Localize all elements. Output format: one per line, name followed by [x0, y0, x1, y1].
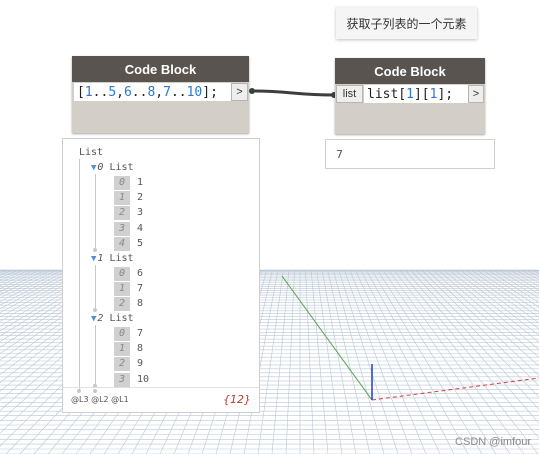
item-index: 0: [114, 327, 130, 342]
watermark: CSDN @imfour: [455, 436, 531, 448]
output-value: 7: [336, 147, 343, 161]
input-port-list[interactable]: list: [336, 85, 363, 103]
collapse-triangle-icon[interactable]: ▼: [91, 161, 96, 175]
output-port[interactable]: >: [231, 83, 248, 101]
code-number: 10: [186, 84, 203, 100]
item-value: 6: [137, 267, 144, 279]
code-block-node-index[interactable]: Code Block list list[1][1]; >: [335, 58, 485, 134]
output-preview[interactable]: 7: [325, 139, 495, 169]
list-item: 07: [114, 327, 144, 342]
item-value: 4: [137, 222, 144, 234]
sublist-header[interactable]: ▼0 List: [91, 161, 134, 175]
code-number: 8: [147, 84, 156, 100]
item-value: 8: [137, 343, 144, 355]
item-index: 2: [114, 297, 130, 311]
list-item: 17: [114, 281, 144, 296]
list-item: 29: [114, 357, 144, 372]
sublist-guide-line: [95, 264, 96, 311]
sublist-label: List: [109, 313, 134, 325]
sublist-header[interactable]: ▼1 List: [91, 252, 134, 266]
code-punct: ];: [202, 84, 218, 100]
sublist-index: 2: [97, 313, 110, 325]
code-punct: [: [77, 84, 85, 100]
item-value: 7: [137, 282, 144, 294]
sublist-guide-line: [95, 174, 96, 250]
item-value: 8: [137, 298, 144, 309]
item-index: 1: [114, 191, 130, 206]
item-value: 3: [137, 207, 144, 219]
code-punct: ,: [155, 84, 164, 100]
code-punct: ..: [131, 84, 148, 100]
code-number: 5: [108, 84, 117, 100]
code-number: 7: [163, 84, 171, 100]
item-index: 2: [114, 357, 130, 372]
code-number: 6: [123, 84, 132, 100]
sublist-header[interactable]: ▼2 List: [91, 312, 134, 326]
list-preview-panel[interactable]: List ▼0 List 0 1 1 2 2 3 3 4 4 5 ▼1 List 0 6 1 7 2 8 ▼2 Lis…: [62, 138, 260, 413]
code-punct: ..: [92, 84, 109, 100]
code-punct: ];: [437, 86, 454, 102]
item-index: 0: [114, 176, 130, 191]
item-value: 9: [137, 358, 144, 370]
sublist-index: 1: [97, 252, 110, 264]
item-index: 2: [114, 206, 130, 221]
list-item: 23: [114, 206, 144, 221]
code-punct: list[: [367, 86, 407, 102]
list-tree: List ▼0 List 0 1 1 2 2 3 3 4 4 5 ▼1 List 0 6 1 7 2 8 ▼2 Lis…: [63, 139, 259, 393]
list-levels[interactable]: @L3 @L2 @L1: [71, 395, 129, 404]
list-item: 45: [114, 236, 144, 251]
item-value: 2: [137, 192, 144, 204]
code-number: 1: [406, 86, 414, 102]
output-port[interactable]: >: [468, 85, 484, 103]
list-item: 18: [114, 342, 144, 357]
item-index: 0: [114, 266, 130, 281]
code-punct: ][: [413, 86, 430, 102]
root-guide-line: [79, 159, 80, 390]
list-item: 12: [114, 191, 144, 206]
item-value: 1: [137, 177, 144, 189]
node-title: Code Block: [335, 58, 485, 84]
code-punct: ..: [170, 84, 187, 100]
node-title: Code Block: [72, 56, 249, 82]
list-item: 28: [114, 297, 143, 311]
list-item: 3 10: [114, 372, 150, 387]
sublist-label: List: [109, 252, 134, 264]
code-number: 1: [429, 86, 438, 102]
item-count: {12}: [223, 393, 251, 406]
item-index: 3: [114, 221, 130, 236]
item-value: 5: [137, 237, 144, 249]
item-index: 1: [114, 281, 130, 296]
code-editor[interactable]: [1.. 5, 6.. 8, 7.. 10];: [74, 83, 231, 101]
collapse-triangle-icon[interactable]: ▼: [91, 312, 96, 326]
list-item: 34: [114, 221, 144, 236]
code-block-node-range[interactable]: Code Block [1.. 5, 6.. 8, 7.. 10]; >: [72, 56, 249, 133]
list-item: 06: [114, 266, 144, 281]
item-value: 10: [137, 373, 150, 385]
item-index: 1: [114, 342, 130, 357]
collapse-triangle-icon[interactable]: ▼: [91, 252, 96, 266]
sublist-label: List: [109, 162, 134, 174]
item-index: 3: [114, 372, 130, 387]
code-punct: ,: [116, 84, 124, 100]
tree-root-label: List: [79, 147, 104, 158]
list-item: 01: [114, 176, 144, 191]
sublist-guide-line: [95, 325, 96, 386]
item-value: 7: [137, 328, 144, 340]
sublist-index: 0: [97, 162, 110, 174]
preview-footer: @L3 @L2 @L1 {12}: [63, 387, 259, 412]
code-number: 1: [84, 84, 93, 100]
code-editor[interactable]: list[1][1];: [364, 85, 468, 103]
item-index: 4: [114, 236, 130, 251]
